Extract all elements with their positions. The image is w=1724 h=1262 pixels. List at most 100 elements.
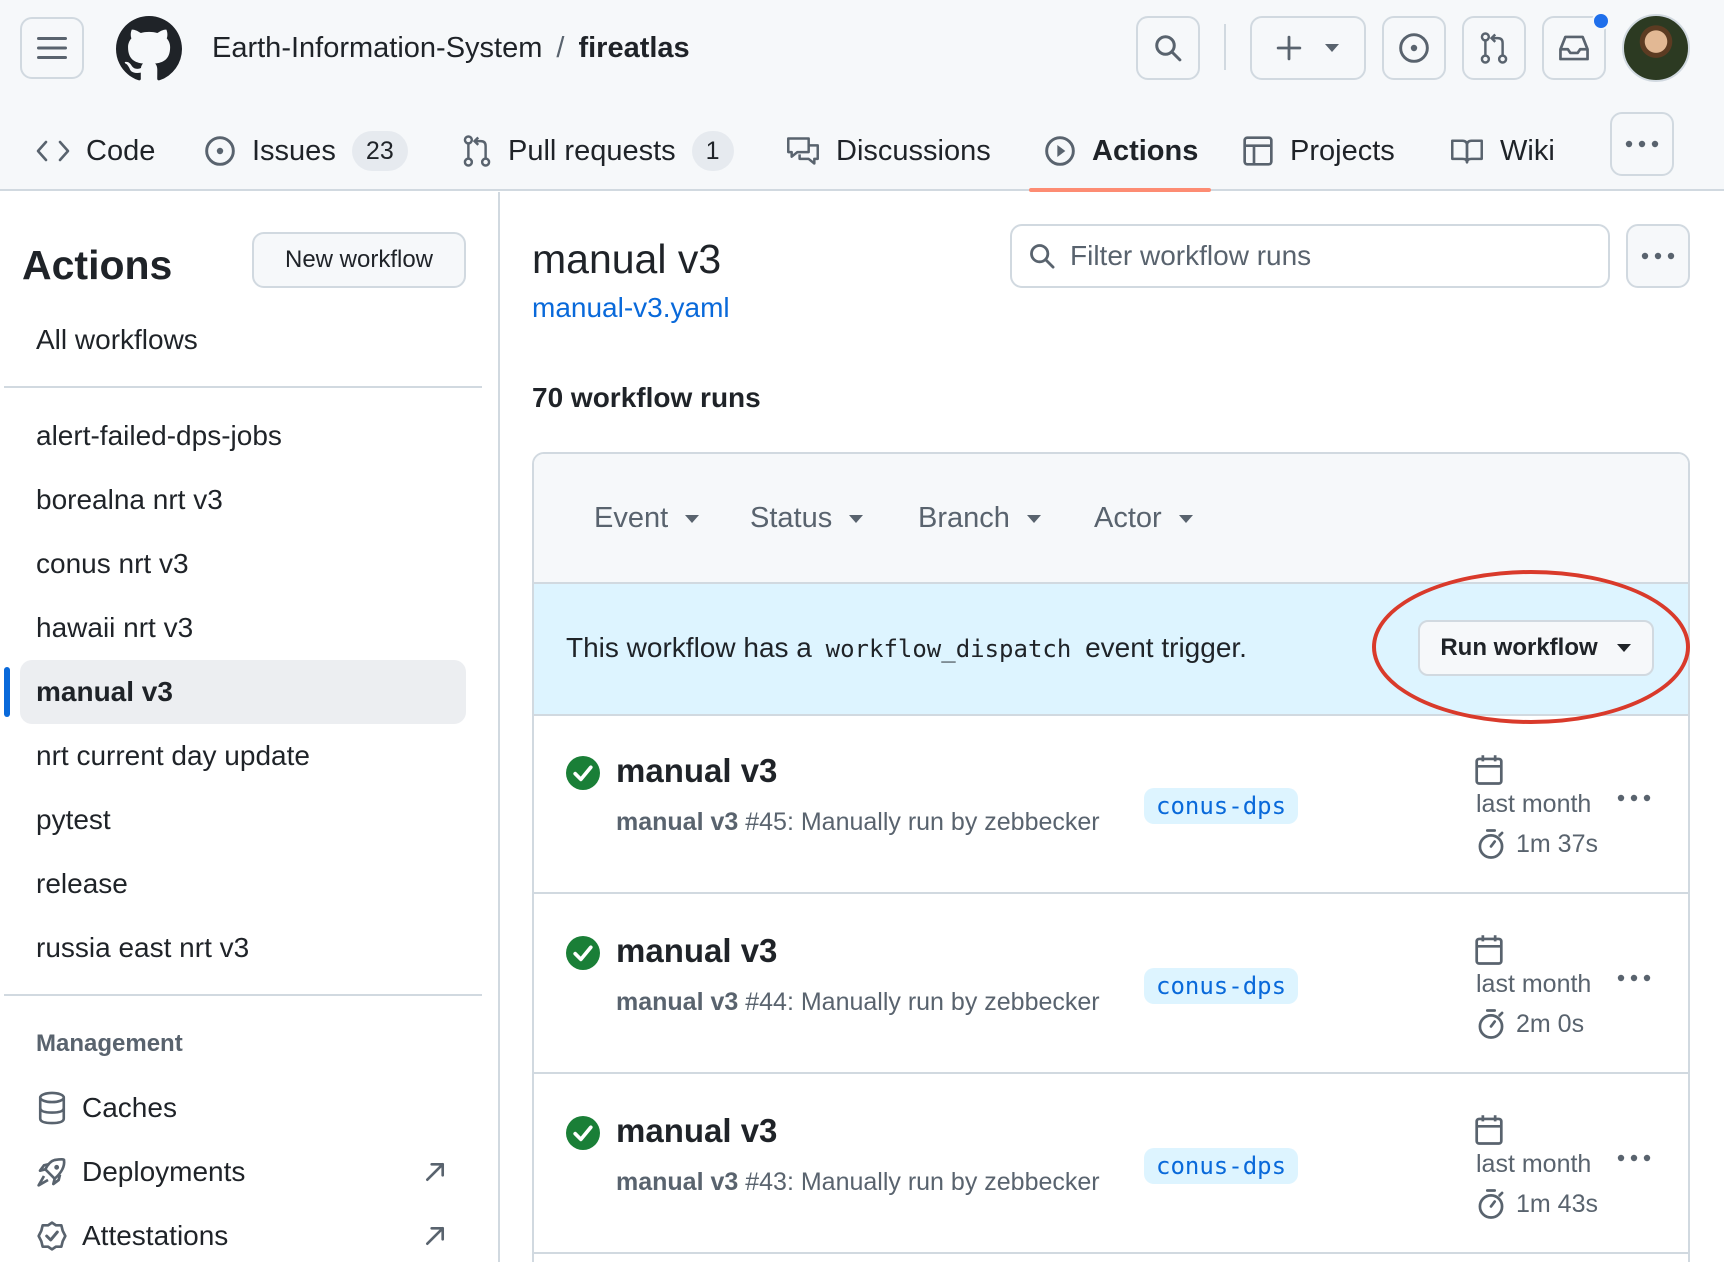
event-filter-dropdown[interactable]: Event [594, 502, 700, 535]
tab-issues[interactable]: Issues 23 [204, 112, 408, 190]
kebab-horizontal-icon [1617, 794, 1651, 802]
external-link-icon [425, 1226, 445, 1246]
header-divider [1224, 24, 1226, 70]
run-detail: #44: Manually run by zebbecker [745, 988, 1100, 1016]
sidebar-workflow-item-active[interactable]: manual v3 [20, 660, 466, 724]
sidebar-workflow-item[interactable]: pytest [20, 788, 466, 852]
branch-filter-dropdown[interactable]: Branch [918, 502, 1042, 535]
more-tabs-button[interactable] [1610, 112, 1674, 176]
repo-breadcrumb: Earth-Information-System / fireatlas [212, 28, 690, 68]
repo-nav: Code Issues 23 Pull requests 1 Discussio… [0, 112, 1724, 192]
run-date: last month [1476, 790, 1592, 818]
tab-label: Projects [1290, 134, 1395, 167]
run-title[interactable]: manual v3 [616, 752, 777, 790]
menu-button[interactable] [20, 17, 84, 79]
new-workflow-button[interactable]: New workflow [252, 232, 466, 288]
sidebar-item-all-workflows[interactable]: All workflows [20, 308, 466, 372]
branch-label[interactable]: conus-dps [1144, 968, 1299, 1004]
filter-label: Branch [918, 502, 1010, 534]
check-circle-fill-icon [566, 756, 600, 790]
run-title[interactable]: manual v3 [616, 1112, 777, 1150]
tab-code[interactable]: Code [36, 112, 155, 190]
actor-filter-dropdown[interactable]: Actor [1094, 502, 1194, 535]
external-link-icon [425, 1162, 445, 1182]
workflow-options-button[interactable] [1626, 224, 1690, 288]
run-options-button[interactable] [1612, 966, 1656, 990]
kebab-horizontal-icon [1617, 1154, 1651, 1162]
run-options-button[interactable] [1612, 1146, 1656, 1170]
tab-label: Pull requests [508, 134, 676, 167]
calendar-icon [1475, 1115, 1503, 1145]
github-logo-icon[interactable] [116, 16, 182, 82]
tab-label: Issues [252, 134, 336, 167]
sidebar-workflow-item[interactable]: nrt current day update [20, 724, 466, 788]
stopwatch-icon [1478, 1189, 1504, 1219]
sidebar-workflow-item[interactable]: hawaii nrt v3 [20, 596, 466, 660]
workflow-run-row[interactable]: manual v3 manual v3 #43: Manually run by… [534, 1076, 1688, 1254]
sidebar-divider [4, 994, 482, 996]
sidebar-workflow-item[interactable]: borealna nrt v3 [20, 468, 466, 532]
tab-pull-requests[interactable]: Pull requests 1 [462, 112, 734, 190]
calendar-icon [1475, 755, 1503, 785]
sidebar-item-label: Attestations [82, 1220, 229, 1251]
search-icon [1155, 35, 1182, 62]
kebab-horizontal-icon [1625, 140, 1659, 148]
stopwatch-icon [1478, 1009, 1504, 1039]
run-date: last month [1476, 1150, 1592, 1178]
status-filter-dropdown[interactable]: Status [750, 502, 864, 535]
filter-placeholder: Filter workflow runs [1070, 240, 1312, 271]
tab-label: Discussions [836, 134, 991, 167]
stopwatch-icon [1478, 829, 1504, 859]
run-subtitle: manual v3 #45: Manually run by zebbecker [616, 808, 1100, 837]
tab-label: Wiki [1500, 134, 1555, 167]
branch-label[interactable]: conus-dps [1144, 1148, 1299, 1184]
discussion-icon [787, 137, 819, 165]
tab-actions[interactable]: Actions [1044, 112, 1198, 190]
tab-projects[interactable]: Projects [1242, 112, 1395, 190]
sidebar-item-caches[interactable]: Caches [20, 1076, 466, 1140]
pull-requests-counter: 1 [691, 131, 734, 171]
run-title[interactable]: manual v3 [616, 932, 777, 970]
caret-down-icon [685, 514, 700, 523]
run-detail: #45: Manually run by zebbecker [745, 808, 1100, 836]
run-workflow-button[interactable]: Run workflow [1418, 620, 1654, 676]
sidebar-item-attestations[interactable]: Attestations [20, 1204, 466, 1262]
dispatch-message: This workflow has a workflow_dispatch ev… [566, 632, 1247, 664]
selected-tab-indicator [1029, 188, 1211, 192]
sidebar-workflow-item[interactable]: russia east nrt v3 [20, 916, 466, 980]
database-icon [38, 1091, 66, 1125]
sidebar-item-deployments[interactable]: Deployments [20, 1140, 466, 1204]
repo-name-link[interactable]: fireatlas [578, 32, 689, 64]
run-workflow-name: manual v3 [616, 1168, 739, 1196]
run-date: last month [1476, 970, 1592, 998]
sidebar-divider [4, 386, 482, 388]
sidebar-workflow-item[interactable]: release [20, 852, 466, 916]
create-new-button[interactable] [1250, 16, 1366, 80]
sidebar-title: Actions [22, 242, 173, 288]
run-workflow-name: manual v3 [616, 988, 739, 1016]
sidebar-workflow-item[interactable]: conus nrt v3 [20, 532, 466, 596]
caret-down-icon [1026, 514, 1041, 523]
book-icon [1451, 139, 1483, 164]
branch-label[interactable]: conus-dps [1144, 788, 1299, 824]
filter-workflow-runs-input[interactable]: Filter workflow runs [1010, 224, 1610, 288]
tab-label: Code [86, 134, 156, 167]
workflow-run-row[interactable]: manual v3 manual v3 #44: Manually run by… [534, 896, 1688, 1074]
workflow-title: manual v3 [532, 236, 722, 282]
hamburger-icon [37, 37, 67, 59]
plus-icon [1276, 35, 1302, 61]
user-avatar[interactable] [1622, 14, 1690, 82]
tab-wiki[interactable]: Wiki [1450, 112, 1555, 190]
workflow-run-row[interactable]: manual v3 manual v3 #45: Manually run by… [534, 716, 1688, 894]
notification-indicator [1592, 12, 1610, 30]
your-issues-button[interactable] [1382, 16, 1446, 80]
run-options-button[interactable] [1612, 786, 1656, 810]
sidebar-item-label: Caches [82, 1092, 177, 1123]
search-button[interactable] [1136, 16, 1200, 80]
tab-discussions[interactable]: Discussions [786, 112, 991, 190]
your-pull-requests-button[interactable] [1462, 16, 1526, 80]
sidebar-workflow-item[interactable]: alert-failed-dps-jobs [20, 404, 466, 468]
breadcrumb-separator: / [556, 32, 565, 64]
workflow-file-link[interactable]: manual-v3.yaml [532, 292, 730, 324]
repo-owner-link[interactable]: Earth-Information-System [212, 32, 542, 64]
